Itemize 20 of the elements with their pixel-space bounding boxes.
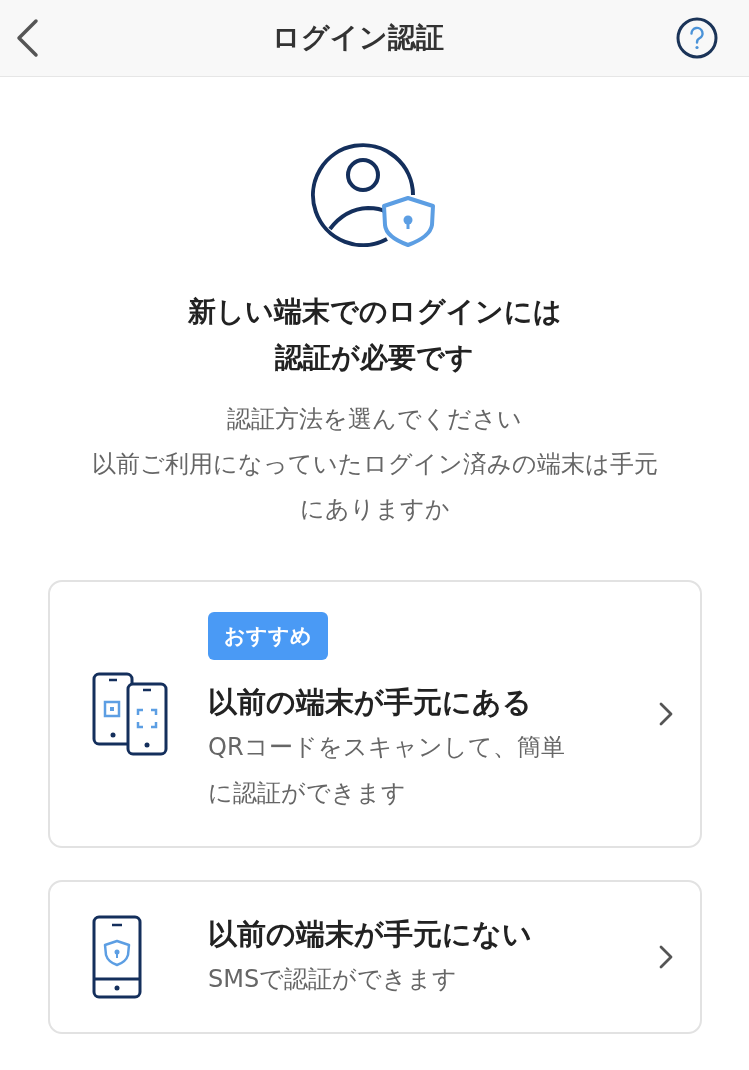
option-card[interactable]: おすすめ 以前の端末が手元にある QRコードをスキャンして、簡単 に認証ができます	[48, 580, 702, 848]
option-description: SMSで認証ができます	[208, 964, 458, 995]
back-button[interactable]	[14, 18, 40, 58]
chevron-right-icon	[658, 701, 674, 727]
option-description: QRコードをスキャンして、簡単	[208, 732, 565, 763]
chevron-right-icon	[658, 944, 674, 970]
heading-line: 認証が必要です	[275, 340, 474, 376]
option-card[interactable]: 以前の端末が手元にない SMSで認証ができます	[48, 880, 702, 1034]
description-line: 以前ご利用になっていたログイン済みの端末は手元	[91, 449, 658, 480]
help-button[interactable]	[675, 16, 719, 60]
heading-line: 新しい端末でのログインには	[187, 294, 562, 330]
recommended-badge: おすすめ	[208, 612, 328, 660]
two-phones-icon	[92, 672, 168, 756]
description-line: 認証方法を選んでください	[227, 404, 522, 435]
screen-title: ログイン認証	[271, 20, 444, 56]
option-title: 以前の端末が手元にある	[208, 684, 532, 721]
option-description: に認証ができます	[208, 778, 406, 809]
phone-shield-icon	[92, 915, 142, 999]
description-line: にありますか	[299, 494, 450, 525]
option-title: 以前の端末が手元にない	[208, 916, 532, 953]
